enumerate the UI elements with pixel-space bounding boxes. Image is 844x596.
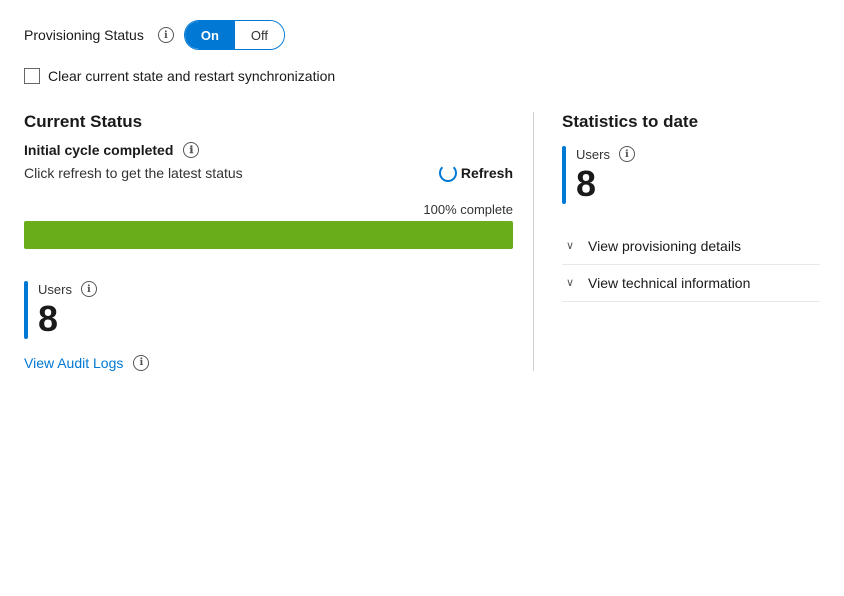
bottom-users-section: Users ℹ 8: [24, 281, 513, 339]
view-audit-logs-link[interactable]: View Audit Logs: [24, 355, 123, 371]
view-provisioning-details-item[interactable]: ∨ View provisioning details: [562, 228, 820, 265]
users-count: 8: [38, 299, 97, 339]
clear-state-checkbox[interactable]: [24, 68, 40, 84]
audit-logs-row: View Audit Logs ℹ: [24, 355, 513, 371]
users-content: Users ℹ 8: [38, 281, 97, 339]
users-label: Users: [38, 282, 72, 297]
provisioning-status-row: Provisioning Status ℹ On Off: [24, 20, 820, 50]
current-status-title: Current Status: [24, 112, 513, 132]
statistics-title: Statistics to date: [562, 112, 820, 132]
chevron-down-icon-2: ∨: [562, 276, 578, 289]
users-label-row: Users ℹ: [38, 281, 97, 297]
left-column: Current Status Initial cycle completed ℹ…: [24, 112, 534, 371]
progress-label: 100% complete: [24, 202, 513, 217]
cycle-info-icon[interactable]: ℹ: [183, 142, 199, 158]
view-technical-information-label: View technical information: [588, 275, 750, 291]
stats-users-section: Users ℹ 8: [562, 146, 820, 204]
toggle-off-button[interactable]: Off: [235, 21, 284, 49]
users-accent-bar: [24, 281, 28, 339]
stats-users-label-row: Users ℹ: [576, 146, 635, 162]
progress-section: 100% complete: [24, 202, 513, 249]
toggle-on-button[interactable]: On: [185, 21, 235, 49]
view-provisioning-details-label: View provisioning details: [588, 238, 741, 254]
provisioning-toggle[interactable]: On Off: [184, 20, 285, 50]
progress-bar: [24, 221, 513, 249]
main-layout: Current Status Initial cycle completed ℹ…: [24, 112, 820, 371]
refresh-icon: [439, 164, 457, 182]
initial-cycle-label: Initial cycle completed: [24, 142, 173, 158]
initial-cycle-row: Initial cycle completed ℹ: [24, 142, 513, 158]
provisioning-status-label: Provisioning Status: [24, 27, 144, 43]
chevron-down-icon: ∨: [562, 239, 578, 252]
click-refresh-text: Click refresh to get the latest status: [24, 165, 243, 181]
clear-state-label: Clear current state and restart synchron…: [48, 68, 335, 84]
stats-users-content: Users ℹ 8: [576, 146, 635, 204]
stats-accent-bar: [562, 146, 566, 204]
stats-users-count: 8: [576, 164, 635, 204]
right-column: Statistics to date Users ℹ 8 ∨ View prov…: [534, 112, 820, 371]
clear-state-row: Clear current state and restart synchron…: [24, 68, 820, 84]
refresh-label: Refresh: [461, 165, 513, 181]
users-info-icon[interactable]: ℹ: [81, 281, 97, 297]
click-refresh-row: Click refresh to get the latest status R…: [24, 164, 513, 182]
view-technical-information-item[interactable]: ∨ View technical information: [562, 265, 820, 302]
stats-users-info-icon[interactable]: ℹ: [619, 146, 635, 162]
refresh-button[interactable]: Refresh: [439, 164, 513, 182]
audit-logs-info-icon[interactable]: ℹ: [133, 355, 149, 371]
provisioning-status-info-icon[interactable]: ℹ: [158, 27, 174, 43]
stats-users-label: Users: [576, 147, 610, 162]
